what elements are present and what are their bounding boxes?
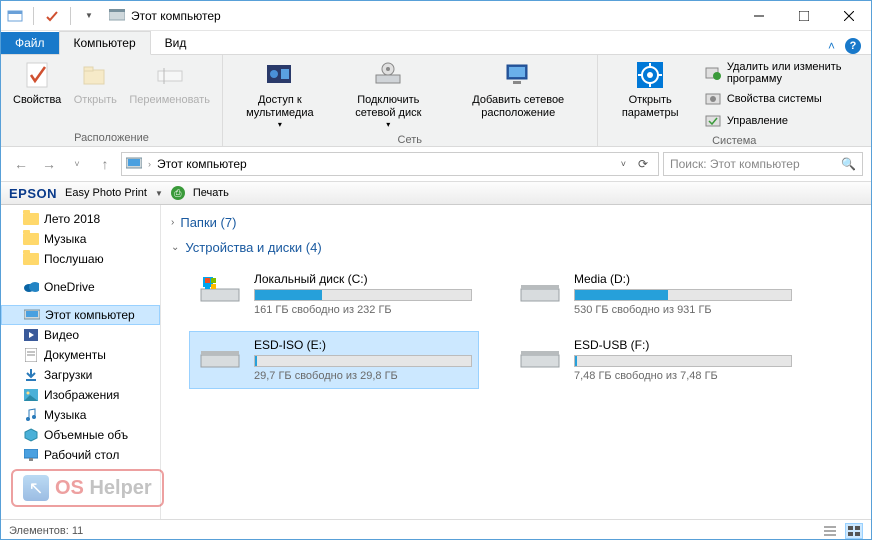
- tree-desktop[interactable]: Рабочий стол: [1, 445, 160, 465]
- ribbon-rename: Переименовать: [123, 57, 216, 109]
- group-drives[interactable]: ⌄ Устройства и диски (4): [171, 240, 861, 255]
- chevron-right-icon: ›: [171, 217, 174, 228]
- maximize-button[interactable]: [781, 1, 826, 31]
- window-icon: [109, 8, 125, 24]
- tree-item[interactable]: Лето 2018: [1, 209, 160, 229]
- 3d-icon: [23, 427, 39, 443]
- nav-forward[interactable]: →: [37, 152, 61, 176]
- epson-logo: EPSON: [9, 186, 57, 201]
- nav-back[interactable]: ←: [9, 152, 33, 176]
- tree-item[interactable]: Музыка: [1, 229, 160, 249]
- uninstall-icon: [705, 65, 721, 81]
- search-icon: 🔍: [841, 157, 856, 171]
- search-box[interactable]: Поиск: Этот компьютер 🔍: [663, 152, 863, 176]
- ribbon-manage[interactable]: Управление: [701, 111, 861, 131]
- help-icon[interactable]: ?: [845, 38, 861, 54]
- ribbon-open-settings[interactable]: Открыть параметры: [604, 57, 697, 122]
- ribbon-tabs: Файл Компьютер Вид ˄ ?: [1, 31, 871, 55]
- print-icon: ⎙: [171, 186, 185, 200]
- tree-item[interactable]: Послушаю: [1, 249, 160, 269]
- qat-properties-icon[interactable]: [44, 8, 60, 24]
- sidebar: Лето 2018 Музыка Послушаю OneDrive Этот …: [1, 205, 161, 519]
- address-dropdown[interactable]: ˅: [621, 159, 626, 169]
- ribbon-group-location: Свойства Открыть Переименовать Расположе…: [1, 55, 223, 146]
- group-folders[interactable]: › Папки (7): [171, 215, 861, 230]
- documents-icon: [23, 347, 39, 363]
- view-tiles-button[interactable]: [845, 523, 863, 539]
- ribbon-group-network: Доступ к мультимедиа ▾ Подключить сетево…: [223, 55, 598, 146]
- add-location-icon: [502, 59, 534, 91]
- tree-onedrive[interactable]: OneDrive: [1, 277, 160, 297]
- pc-icon: [24, 307, 40, 323]
- desktop-icon: [23, 447, 39, 463]
- ribbon-group-system: Открыть параметры Удалить или изменить п…: [598, 55, 871, 146]
- pictures-icon: [23, 387, 39, 403]
- addressbar: ← → ˅ ↑ › Этот компьютер ˅ ⟳ Поиск: Этот…: [1, 147, 871, 181]
- onedrive-icon: [23, 279, 39, 295]
- ribbon-uninstall[interactable]: Удалить или изменить программу: [701, 59, 861, 87]
- drive-c[interactable]: Локальный диск (C:) 161 ГБ свободно из 2…: [189, 265, 479, 323]
- drive-icon: [196, 272, 244, 308]
- tree-pictures[interactable]: Изображения: [1, 385, 160, 405]
- drive-e[interactable]: ESD-ISO (E:) 29,7 ГБ свободно из 29,8 ГБ: [189, 331, 479, 389]
- drive-d[interactable]: Media (D:) 530 ГБ свободно из 931 ГБ: [509, 265, 799, 323]
- music-icon: [23, 407, 39, 423]
- drive-icon: [516, 272, 564, 308]
- ribbon-add-location[interactable]: Добавить сетевое расположение: [446, 57, 591, 122]
- tree-this-pc[interactable]: Этот компьютер: [1, 305, 160, 325]
- properties-icon: [21, 59, 53, 91]
- status-count: Элементов: 11: [9, 525, 83, 537]
- ribbon-collapse-icon[interactable]: ˄: [828, 39, 835, 53]
- tree-3d[interactable]: Объемные объ: [1, 425, 160, 445]
- chevron-down-icon: ⌄: [171, 242, 179, 253]
- tab-computer[interactable]: Компьютер: [59, 31, 151, 55]
- titlebar: ▼ Этот компьютер: [1, 1, 871, 31]
- downloads-icon: [23, 367, 39, 383]
- ribbon-properties[interactable]: Свойства: [7, 57, 67, 109]
- video-icon: [23, 327, 39, 343]
- window-title: Этот компьютер: [131, 9, 221, 23]
- ribbon: Свойства Открыть Переименовать Расположе…: [1, 55, 871, 147]
- view-details-button[interactable]: [821, 523, 839, 539]
- close-button[interactable]: [826, 1, 871, 31]
- statusbar: Элементов: 11: [1, 519, 871, 541]
- tab-file[interactable]: Файл: [1, 32, 59, 54]
- content-area: › Папки (7) ⌄ Устройства и диски (4) Лок…: [161, 205, 871, 519]
- address-path: Этот компьютер: [157, 157, 247, 171]
- open-icon: [79, 59, 111, 91]
- search-placeholder: Поиск: Этот компьютер: [670, 157, 841, 171]
- media-icon: [264, 59, 296, 91]
- epson-toolbar: EPSON Easy Photo Print ▼ ⎙ Печать: [1, 181, 871, 205]
- ribbon-media-access[interactable]: Доступ к мультимедиа ▾: [229, 57, 331, 132]
- minimize-button[interactable]: [736, 1, 781, 31]
- tree-music[interactable]: Музыка: [1, 405, 160, 425]
- qat-dropdown-icon[interactable]: ▼: [81, 8, 97, 24]
- qat-app-icon[interactable]: [7, 8, 23, 24]
- nav-recent-dropdown[interactable]: ˅: [65, 152, 89, 176]
- manage-icon: [705, 113, 721, 129]
- address-box[interactable]: › Этот компьютер ˅ ⟳: [121, 152, 659, 176]
- sysprops-icon: [705, 91, 721, 107]
- nav-up[interactable]: ↑: [93, 152, 117, 176]
- drive-icon: [196, 338, 244, 374]
- tree-videos[interactable]: Видео: [1, 325, 160, 345]
- ribbon-sysprops[interactable]: Свойства системы: [701, 89, 861, 109]
- epson-app[interactable]: Easy Photo Print: [65, 187, 147, 199]
- settings-icon: [634, 59, 666, 91]
- drive-icon: [516, 338, 564, 374]
- pc-icon: [126, 156, 142, 173]
- ribbon-map-drive[interactable]: Подключить сетевой диск ▾: [331, 57, 446, 132]
- epson-print[interactable]: Печать: [193, 187, 229, 199]
- rename-icon: [154, 59, 186, 91]
- drive-f[interactable]: ESD-USB (F:) 7,48 ГБ свободно из 7,48 ГБ: [509, 331, 799, 389]
- ribbon-open: Открыть: [67, 57, 123, 109]
- tree-downloads[interactable]: Загрузки: [1, 365, 160, 385]
- refresh-icon[interactable]: ⟳: [632, 157, 654, 171]
- tree-documents[interactable]: Документы: [1, 345, 160, 365]
- tab-view[interactable]: Вид: [151, 32, 201, 54]
- map-drive-icon: [372, 59, 404, 91]
